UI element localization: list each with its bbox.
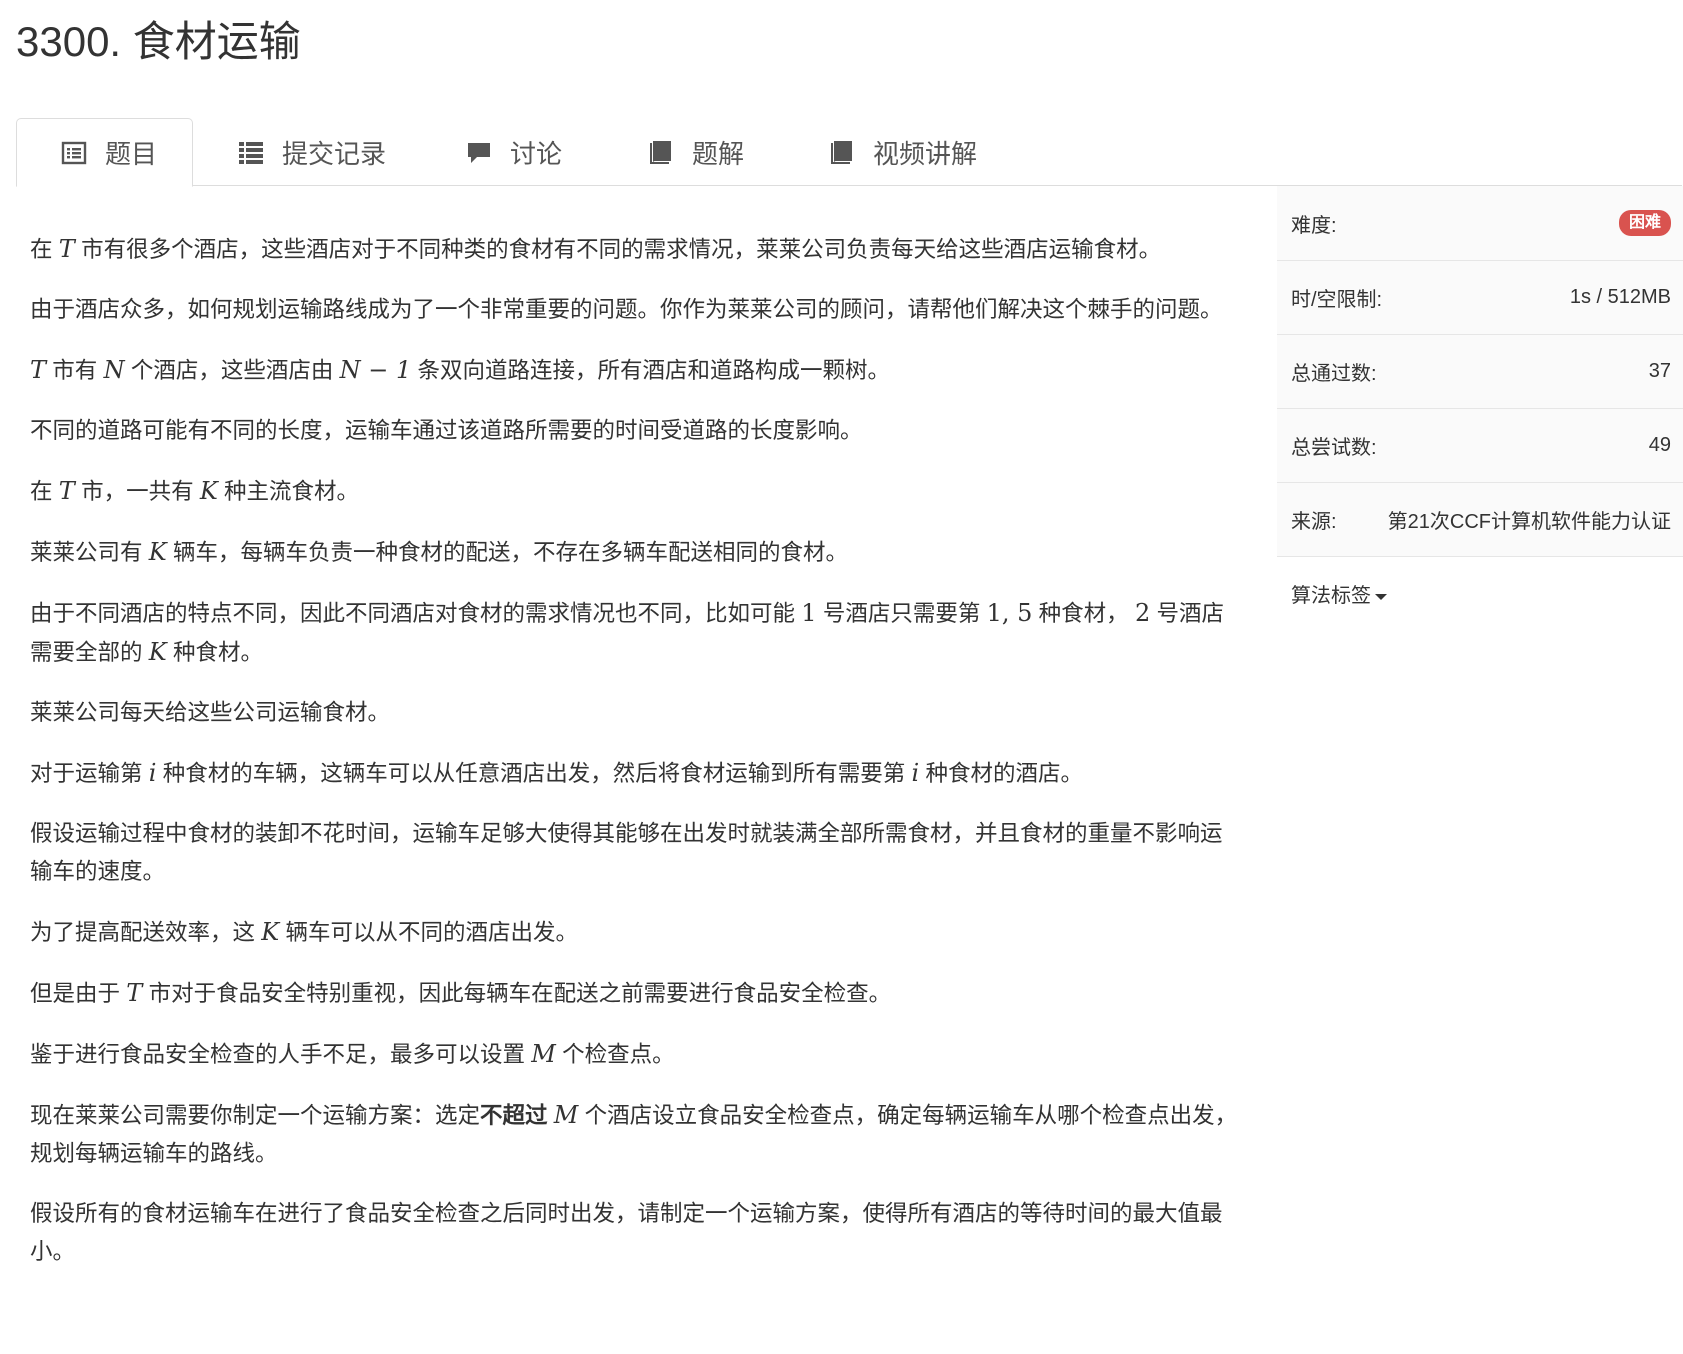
paragraph: 假设所有的食材运输车在进行了食品安全检查之后同时出发，请制定一个运输方案，使得所…	[30, 1201, 1223, 1264]
limit-row: 时/空限制: 1s / 512MB	[1277, 260, 1683, 334]
difficulty-label: 难度:	[1291, 214, 1337, 237]
comment-icon	[466, 139, 492, 165]
paragraph: 不同的道路可能有不同的长度，运输车通过该道路所需要的时间受道路的长度影响。	[30, 418, 863, 443]
source-value: 第21次CCF计算机软件能力认证	[1387, 511, 1671, 533]
limit-label: 时/空限制:	[1291, 289, 1383, 311]
page-title: 3300. 食材运输	[16, 18, 301, 65]
problem-statement: 在 T 市有很多个酒店，这些酒店对于不同种类的食材有不同的需求情况，莱莱公司负责…	[30, 230, 1240, 1293]
book-icon	[829, 139, 855, 165]
list-icon	[238, 139, 264, 165]
caret-down-icon	[1375, 593, 1387, 600]
tab-bar: 题目 提交记录 讨论 题解 视频讲解	[16, 118, 1682, 187]
limit-value: 1s / 512MB	[1569, 286, 1671, 308]
tried-row: 总尝试数: 49	[1277, 408, 1683, 482]
tags-dropdown[interactable]: 算法标签	[1291, 579, 1387, 608]
paragraph: 由于不同酒店的特点不同，因此不同酒店对食材的需求情况也不同，比如可能 1 号酒店…	[30, 599, 1225, 666]
tab-label: 视频讲解	[873, 138, 978, 169]
paragraph: T 市有 N 个酒店，这些酒店由 N − 1 条双向道路连接，所有酒店和道路构成…	[30, 356, 891, 384]
source-label: 来源:	[1291, 511, 1337, 533]
paragraph: 莱莱公司有 K 辆车，每辆车负责一种食材的配送，不存在多辆车配送相同的食材。	[30, 538, 848, 566]
paragraph: 现在莱莱公司需要你制定一个运输方案：选定不超过 M 个酒店设立食品安全检查点，确…	[30, 1101, 1238, 1166]
paragraph: 为了提高配送效率，这 K 辆车可以从不同的酒店出发。	[30, 918, 578, 946]
tags-label: 算法标签	[1291, 585, 1371, 607]
tab-label: 题目	[105, 139, 158, 169]
paragraph: 在 T 市，一共有 K 种主流食材。	[30, 477, 360, 505]
paragraph: 由于酒店众多，如何规划运输路线成为了一个非常重要的问题。你作为莱莱公司的顾问，请…	[30, 297, 1223, 322]
tab-submissions[interactable]: 提交记录	[238, 118, 386, 186]
tab-solutions[interactable]: 题解	[648, 118, 744, 186]
tab-label: 讨论	[510, 138, 563, 169]
paragraph: 在 T 市有很多个酒店，这些酒店对于不同种类的食材有不同的需求情况，莱莱公司负责…	[30, 235, 1162, 263]
passed-label: 总通过数:	[1291, 363, 1377, 385]
tab-label: 题解	[692, 138, 745, 169]
problem-info-panel: 难度: 困难 时/空限制: 1s / 512MB 总通过数: 37 总尝试数: …	[1277, 186, 1683, 630]
passed-row: 总通过数: 37	[1277, 334, 1683, 408]
source-row: 来源: 第21次CCF计算机软件能力认证	[1277, 482, 1683, 556]
difficulty-row: 难度: 困难	[1277, 186, 1683, 260]
paragraph: 但是由于 T 市对于食品安全特别重视，因此每辆车在配送之前需要进行食品安全检查。	[30, 979, 892, 1007]
passed-value: 37	[1648, 360, 1671, 382]
paragraph: 假设运输过程中食材的装卸不花时间，运输车足够大使得其能够在出发时就装满全部所需食…	[30, 821, 1223, 884]
paragraph: 莱莱公司每天给这些公司运输食材。	[30, 700, 391, 725]
tried-value: 49	[1648, 434, 1671, 456]
book-icon	[648, 139, 674, 165]
tab-label: 提交记录	[282, 138, 387, 169]
tab-video[interactable]: 视频讲解	[829, 118, 977, 186]
algorithm-tags-toggle[interactable]: 算法标签	[1277, 556, 1683, 630]
paragraph: 鉴于进行食品安全检查的人手不足，最多可以设置 M 个检查点。	[30, 1040, 675, 1068]
tried-label: 总尝试数:	[1291, 437, 1377, 459]
tab-discussion[interactable]: 讨论	[466, 118, 562, 186]
difficulty-badge: 困难	[1618, 210, 1671, 236]
tab-problem[interactable]: 题目	[16, 118, 193, 187]
list-alt-icon	[61, 140, 87, 166]
paragraph: 对于运输第 i 种食材的车辆，这辆车可以从任意酒店出发，然后将食材运输到所有需要…	[30, 759, 1083, 787]
